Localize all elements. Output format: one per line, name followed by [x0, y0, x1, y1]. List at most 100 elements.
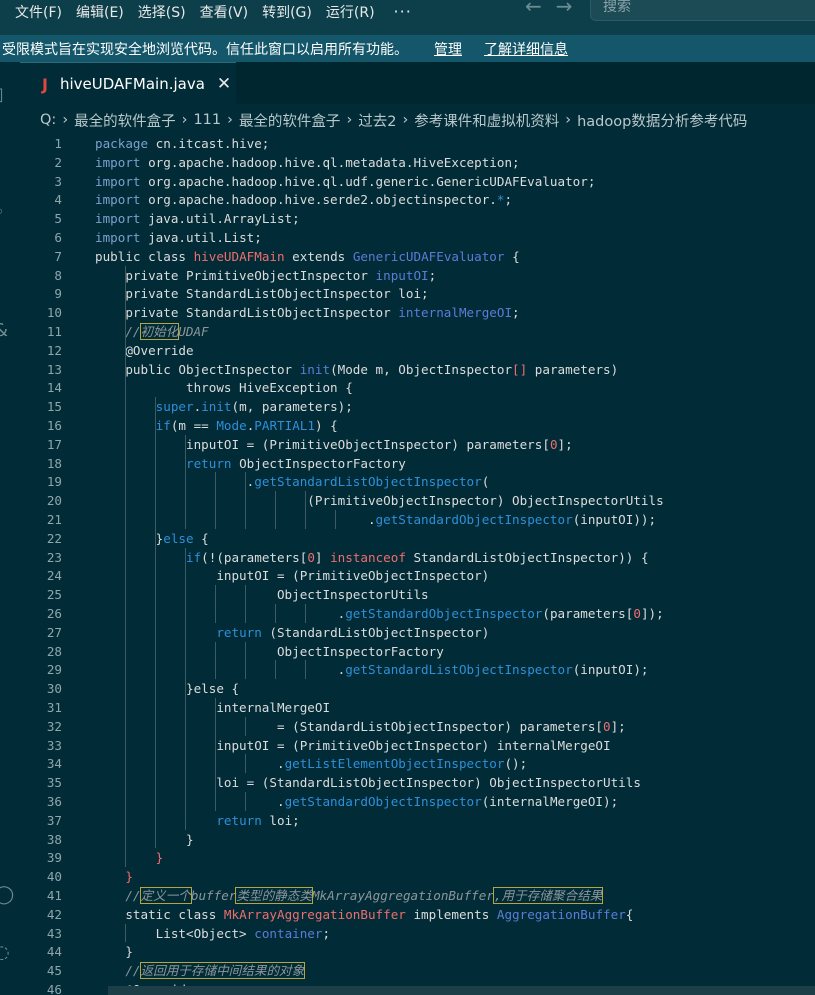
code-line[interactable]: 25 ObjectInspectorUtils [20, 585, 815, 604]
code-line[interactable]: 42 static class MkArrayAggregationBuffer… [20, 905, 815, 924]
code-line[interactable]: 40 } [20, 867, 815, 886]
code-line[interactable]: 10 private StandardListObjectInspector i… [20, 303, 815, 322]
code-line[interactable]: 36 .getStandardObjectInspector(internalM… [20, 792, 815, 811]
search-activity-icon[interactable]: ‹ [0, 154, 1, 175]
breadcrumb-item[interactable]: Q: [40, 112, 56, 128]
line-number: 16 [46, 418, 62, 433]
extensions-icon[interactable]: & [0, 320, 8, 341]
chevron-right-icon: › [62, 112, 69, 128]
more-menu-icon[interactable]: ··· [394, 2, 412, 21]
breadcrumb-item[interactable]: 最全的软件盒子 [239, 110, 341, 131]
menu-go[interactable]: 转到(G) [255, 0, 319, 31]
code-text: }else { [95, 530, 209, 546]
code-text: internalMergeOI [95, 700, 331, 715]
code-line[interactable]: 14 throws HiveException { [20, 378, 815, 397]
code-line[interactable]: 15 super.init(m, parameters); [20, 397, 815, 416]
line-number: 35 [46, 775, 62, 791]
code-line[interactable]: 4 import org.apache.hadoop.hive.serde2.ob… [20, 190, 815, 209]
line-number: 45 [46, 963, 62, 979]
code-line[interactable]: 6 import java.util.List; [20, 228, 815, 247]
breadcrumb-item[interactable]: 111 [193, 112, 221, 128]
breadcrumb-item[interactable]: 最全的软件盒子 [74, 110, 176, 131]
code-line[interactable]: 16 if(m == Mode.PARTIAL1) { [20, 416, 815, 435]
code-line[interactable]: 17 inputOI = (PrimitiveObjectInspector) … [20, 435, 815, 454]
code-line[interactable]: 22 }else { [20, 529, 815, 548]
code-line[interactable]: 27 return (StandardListObjectInspector) [20, 623, 815, 642]
menu-file[interactable]: 文件(F) [0, 0, 69, 31]
code-line[interactable]: 8 private PrimitiveObjectInspector input… [20, 266, 815, 285]
code-text: = (StandardListObjectInspector) paramete… [95, 718, 626, 734]
line-number: 13 [46, 361, 62, 377]
code-line[interactable]: 28 ObjectInspectorFactory [20, 642, 815, 661]
code-line[interactable]: 12 @Override [20, 341, 815, 360]
code-text: import org.apache.hadoop.hive.ql.udf.gen… [95, 173, 596, 189]
code-line[interactable]: 38 } [20, 830, 815, 849]
code-line[interactable]: 34 .getListElementObjectInspector(); [20, 754, 815, 773]
indent-guide [245, 585, 246, 623]
code-line[interactable]: 9 private StandardListObjectInspector lo… [20, 284, 815, 303]
code-line[interactable]: 20 (PrimitiveObjectInspector) ObjectInsp… [20, 491, 815, 510]
settings-gear-icon[interactable]: ◌ [0, 942, 10, 963]
code-line[interactable]: 24 inputOI = (PrimitiveObjectInspector) [20, 566, 815, 585]
code-line[interactable]: 33 inputOI = (PrimitiveObjectInspector) … [20, 736, 815, 755]
code-line[interactable]: 31 internalMergeOI [20, 698, 815, 717]
code-text: return ObjectInspectorFactory [186, 455, 406, 471]
account-icon[interactable]: ◯ [0, 884, 14, 905]
code-line[interactable]: 39 } [20, 848, 815, 867]
line-number: 2 [54, 154, 62, 170]
breadcrumb-item[interactable]: hadoop数据分析参考代码 [577, 110, 747, 131]
horizontal-scrollbar[interactable] [108, 986, 815, 995]
code-line[interactable]: 30 }else { [20, 679, 815, 698]
code-line[interactable]: 21 .getStandardObjectInspector(inputOI))… [20, 510, 815, 529]
code-line[interactable]: 3 import org.apache.hadoop.hive.ql.udf.ge… [20, 172, 815, 191]
indent-guide [305, 660, 306, 680]
code-text: throws HiveException { [95, 380, 353, 396]
code-line[interactable]: 37 return loi; [20, 811, 815, 830]
line-number: 33 [46, 737, 62, 753]
indent-guide [245, 641, 246, 680]
menu-view[interactable]: 查看(V) [193, 0, 256, 31]
code-line[interactable]: 41 //定义一个buffer类型的静态类MkArrayAggregationB… [20, 886, 815, 905]
code-line[interactable]: 45 //返回用于存储中间结果的对象 [20, 961, 815, 980]
learn-more-link[interactable]: 了解详细信息 [484, 39, 568, 59]
code-text: //返回用于存储中间结果的对象 [125, 962, 306, 980]
code-line[interactable]: 19 .getStandardListObjectInspector( [20, 472, 815, 491]
code-line[interactable]: 18 return ObjectInspectorFactory [20, 454, 815, 473]
search-input[interactable]: 搜索 [590, 0, 815, 21]
code-text: .getStandardListObjectInspector(inputOI)… [95, 662, 649, 678]
close-icon[interactable]: ✕ [217, 74, 231, 94]
breadcrumb-item[interactable]: 过去2 [358, 110, 396, 131]
indent-guide [125, 923, 126, 943]
run-debug-icon[interactable]: › [0, 262, 1, 283]
menu-run[interactable]: 运行(R) [319, 0, 382, 31]
code-line[interactable]: 2 import org.apache.hadoop.hive.ql.metada… [20, 153, 815, 172]
code-line[interactable]: 11 //初始化UDAF [20, 322, 815, 341]
indent-guide [305, 491, 306, 529]
manage-link[interactable]: 管理 [434, 39, 462, 59]
code-line[interactable]: 7 public class hiveUDAFMain extends Gener… [20, 247, 815, 266]
forward-arrow-icon[interactable]: → [556, 0, 573, 18]
code-line[interactable]: 43 List<Object> container; [20, 924, 815, 943]
code-text: super.init(m, parameters); [155, 399, 353, 415]
line-number: 10 [46, 305, 62, 321]
code-line[interactable]: 1 package cn.itcast.hive; [20, 134, 815, 153]
menu-edit[interactable]: 编辑(E) [69, 0, 131, 31]
code-text: (PrimitiveObjectInspector) ObjectInspect… [95, 493, 664, 509]
java-file-icon: J [42, 74, 48, 94]
code-line[interactable]: 23 if(!(parameters[0] instanceof Standar… [20, 548, 815, 567]
menu-selection[interactable]: 选择(S) [131, 0, 193, 31]
breadcrumb-item[interactable]: 参考课件和虚拟机资料 [414, 110, 559, 131]
back-arrow-icon[interactable]: ← [525, 0, 542, 18]
code-line[interactable]: 5 import java.util.ArrayList; [20, 209, 815, 228]
explorer-icon[interactable]: ▯ [0, 84, 4, 105]
code-line[interactable]: 44 } [20, 942, 815, 961]
code-line[interactable]: 29 .getStandardListObjectInspector(input… [20, 660, 815, 679]
source-control-icon[interactable]: ◦ [0, 202, 5, 223]
code-line[interactable]: 32 = (StandardListObjectInspector) param… [20, 717, 815, 736]
tab-hiveudafmain[interactable]: J hiveUDAFMain.java ✕ [20, 62, 236, 105]
line-number: 26 [46, 606, 62, 621]
code-line[interactable]: 35 loi = (StandardListObjectInspector) O… [20, 773, 815, 792]
code-editor[interactable]: 1 package cn.itcast.hive; 2 import org.apac… [20, 134, 815, 995]
code-line[interactable]: 13 public ObjectInspector init(Mode m, O… [20, 360, 815, 379]
code-line[interactable]: 26 .getStandardObjectInspector(parameter… [20, 604, 815, 623]
